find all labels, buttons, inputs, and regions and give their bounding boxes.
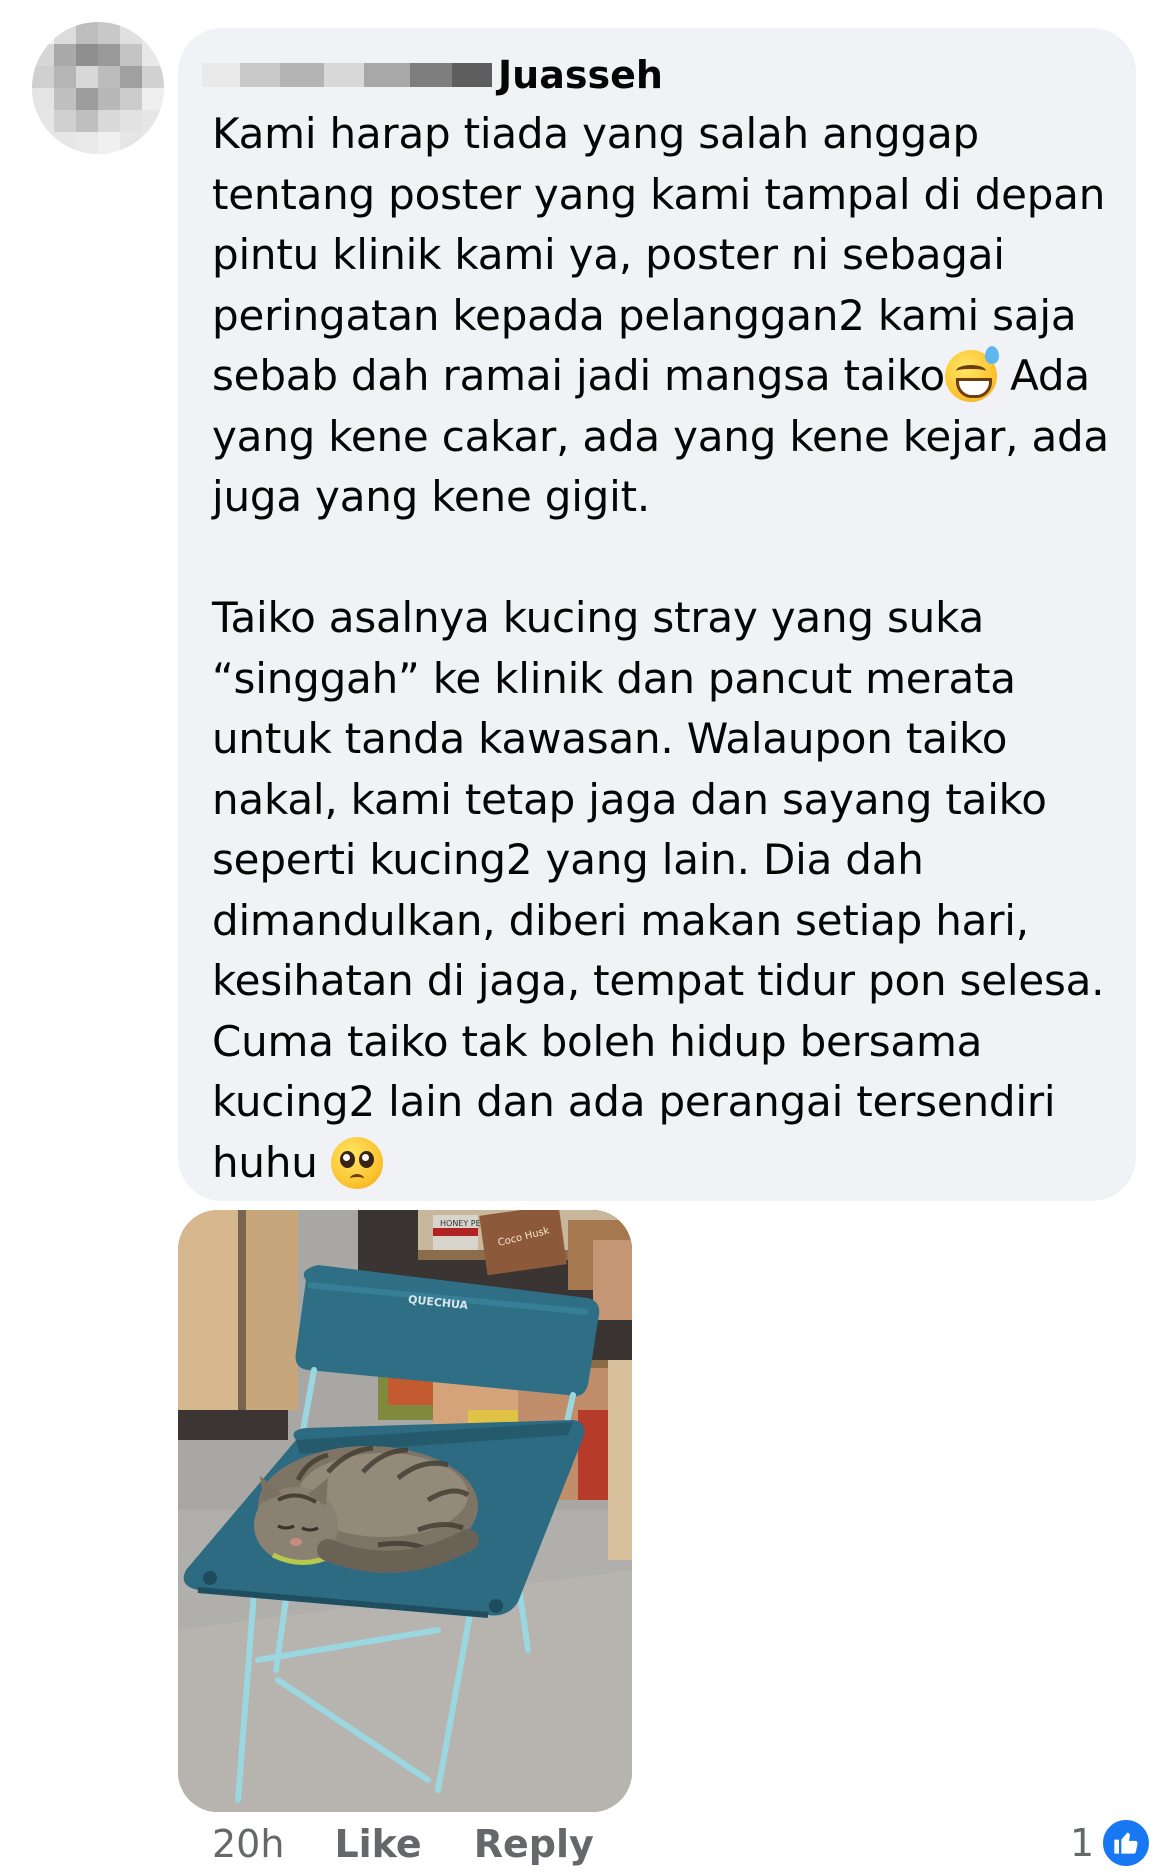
pleading-face-emoji-icon (330, 1136, 383, 1189)
reply-button[interactable]: Reply (474, 1822, 594, 1866)
comment-text: Kami harap tiada yang salah anggap tenta… (212, 104, 1132, 1193)
avatar[interactable] (32, 22, 164, 154)
sweat-smile-emoji-icon (944, 346, 999, 402)
product-label-1: HONEY PET (440, 1219, 486, 1228)
reaction-summary[interactable]: 1 (1070, 1817, 1153, 1869)
like-button[interactable]: Like (334, 1822, 421, 1866)
reaction-count: 1 (1070, 1821, 1095, 1865)
attached-photo[interactable]: HONEY PET Coco Husk QUECHUA (178, 1210, 632, 1812)
author-name: Juasseh (498, 53, 663, 97)
comment-text-part-3: Taiko asalnya kucing stray yang suka “si… (212, 593, 1105, 1187)
comment-author[interactable]: Juasseh (202, 50, 663, 100)
cat-on-chair-image: HONEY PET Coco Husk QUECHUA (178, 1210, 632, 1812)
comment-paragraph-2: Taiko asalnya kucing stray yang suka “si… (212, 588, 1132, 1193)
like-thumb-icon (1100, 1817, 1153, 1869)
comment-actions: 20h Like Reply (212, 1822, 594, 1866)
comment-paragraph-1: Kami harap tiada yang salah anggap tenta… (212, 104, 1132, 528)
comment-timestamp[interactable]: 20h (212, 1822, 284, 1866)
censored-name-bar (202, 60, 492, 90)
